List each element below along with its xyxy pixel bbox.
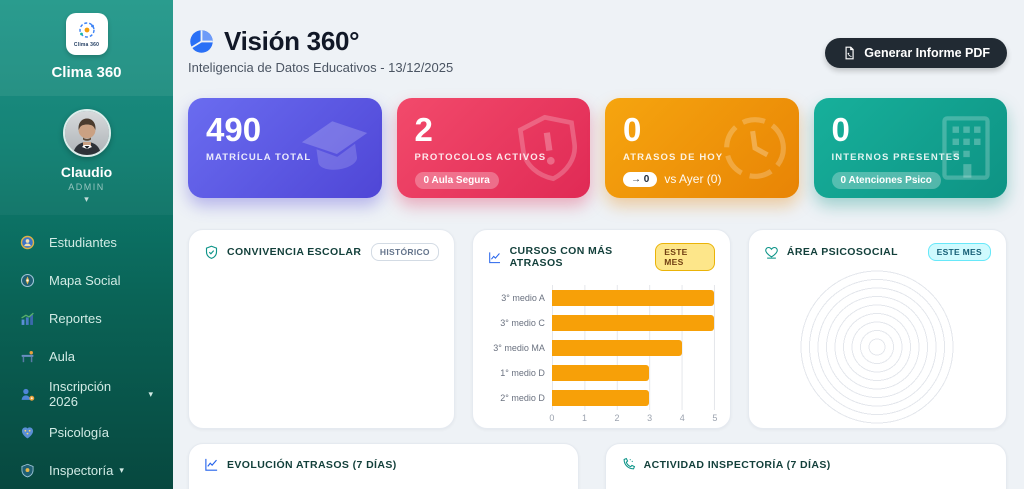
sidebar-item-label: Reportes	[49, 310, 102, 326]
sidebar-item-label: Mapa Social	[49, 272, 121, 288]
brain-heart-icon	[20, 425, 35, 440]
historico-badge: HISTÓRICO	[370, 243, 439, 261]
line-chart-icon	[489, 251, 500, 263]
compass-icon	[20, 273, 35, 288]
desk-icon	[20, 349, 35, 364]
chevron-down-icon: ▾	[148, 388, 153, 399]
logo-text: Clima 360	[73, 41, 100, 48]
trend-suffix: vs Ayer (0)	[664, 172, 722, 187]
chart-cards-row: CONVIVENCIA ESCOLAR HISTÓRICO CURSOS CON…	[188, 229, 1007, 429]
stat-card-atrasos: 0 ATRASOS DE HOY → 0 vs Ayer (0)	[605, 98, 799, 198]
stat-badge: 0 Aula Segura	[414, 171, 499, 189]
heart-care-icon	[765, 246, 778, 259]
page-subtitle: Inteligencia de Datos Educativos - 13/12…	[188, 60, 454, 75]
stat-card-internos: 0 INTERNOS PRESENTES 0 Atenciones Psico	[813, 98, 1007, 198]
bar-2-medio-d	[551, 389, 650, 406]
user-name: Claudio	[60, 164, 113, 180]
stat-cards-row: 490 MATRÍCULA TOTAL 2 PROTOCOLOS ACTIVOS…	[188, 98, 1007, 198]
stat-badge: 0 Atenciones Psico	[831, 171, 941, 189]
card-title: EVOLUCIÓN ATRASOS (7 DÍAS)	[227, 458, 397, 471]
sidebar-item-reportes[interactable]: Reportes	[0, 299, 173, 337]
sidebar-item-label: Inscripción 2026	[49, 379, 112, 409]
app-logo: Clima 360	[65, 13, 108, 55]
sidebar-item-inspectoria[interactable]: Inspectoría ▾	[0, 451, 173, 489]
graduation-cap-icon	[301, 121, 367, 170]
page-title: Visión 360°	[224, 26, 360, 56]
bottom-cards-row: EVOLUCIÓN ATRASOS (7 DÍAS) ACTIVIDAD INS…	[188, 443, 1007, 489]
pie-chart-icon	[190, 30, 213, 53]
sidebar-item-label: Aula	[49, 348, 76, 364]
app-window: Clima 360 Clima 360 Claudio ADMIN ▾ Estu…	[0, 0, 1024, 489]
user-dropdown-caret-icon: ▾	[84, 194, 89, 204]
este-mes-badge: ESTE MES	[655, 243, 715, 271]
avatar	[62, 109, 111, 157]
card-actividad-inspectoria: ACTIVIDAD INSPECTORÍA (7 DÍAS)	[604, 443, 1007, 489]
stat-card-protocolos: 2 PROTOCOLOS ACTIVOS 0 Aula Segura	[396, 98, 590, 198]
card-title: CONVIVENCIA ESCOLAR	[227, 246, 362, 258]
bar-plot-area	[551, 285, 715, 410]
generate-pdf-button[interactable]: Generar Informe PDF	[825, 38, 1007, 68]
phone-icon	[623, 457, 635, 470]
bar-category-labels: 3° medio A 3° medio C 3° medio MA 1° med…	[493, 292, 545, 403]
sidebar-item-mapa-social[interactable]: Mapa Social	[0, 261, 173, 299]
sidebar-item-psicologia[interactable]: Psicología	[0, 413, 173, 451]
card-cursos-atrasos: CURSOS CON MÁS ATRASOS ESTE MES 3° medio…	[471, 229, 731, 429]
bar-x-axis: 0 1 2 3 4 5	[549, 413, 718, 423]
bar-chart-icon	[20, 311, 35, 326]
sidebar-item-inscripcion[interactable]: Inscripción 2026 ▾	[0, 375, 173, 413]
user-role: ADMIN	[68, 182, 105, 192]
bar-1-medio-d	[551, 364, 650, 381]
cursos-bar-chart: 3° medio A 3° medio C 3° medio MA 1° med…	[488, 285, 718, 427]
shield-alert-icon	[517, 114, 577, 182]
chevron-down-icon: ▾	[119, 464, 124, 475]
sidebar-item-aula[interactable]: Aula	[0, 337, 173, 375]
clima360-emblem-icon	[78, 21, 95, 38]
page-header: Visión 360° Inteligencia de Datos Educat…	[188, 26, 1007, 75]
card-title: ACTIVIDAD INSPECTORÍA (7 DÍAS)	[643, 458, 831, 471]
avatar-photo-icon	[64, 111, 109, 155]
sidebar: Clima 360 Clima 360 Claudio ADMIN ▾ Estu…	[0, 0, 173, 489]
clock-icon	[723, 117, 786, 179]
students-icon	[20, 235, 35, 250]
main-content: Visión 360° Inteligencia de Datos Educat…	[173, 0, 1024, 489]
trend-pill: → 0	[623, 171, 658, 187]
card-title: ÁREA PSICOSOCIAL	[786, 246, 898, 258]
pdf-document-icon	[845, 46, 854, 60]
shield-badge-icon	[20, 463, 35, 478]
stat-card-matricula: 490 MATRÍCULA TOTAL	[188, 98, 382, 198]
psicosocial-radar-chart	[764, 268, 991, 426]
card-title: CURSOS CON MÁS ATRASOS	[509, 245, 613, 269]
brand-name: Clima 360	[51, 64, 122, 81]
este-mes-badge: ESTE MES	[927, 243, 991, 261]
sidebar-item-label: Inspectoría	[49, 462, 114, 478]
line-chart-icon	[205, 458, 218, 471]
building-icon	[942, 116, 990, 180]
sidebar-item-label: Psicología	[49, 424, 109, 440]
card-evolucion-atrasos: EVOLUCIÓN ATRASOS (7 DÍAS)	[188, 443, 579, 489]
shield-check-icon	[205, 245, 218, 259]
user-profile[interactable]: Claudio ADMIN ▾	[0, 96, 173, 215]
sidebar-menu: Estudiantes Mapa Social Reportes Aula In…	[0, 215, 173, 489]
card-convivencia: CONVIVENCIA ESCOLAR HISTÓRICO	[188, 229, 455, 429]
sidebar-item-estudiantes[interactable]: Estudiantes	[0, 223, 173, 261]
sidebar-item-label: Estudiantes	[49, 234, 117, 250]
card-psicosocial: ÁREA PSICOSOCIAL ESTE MES	[747, 229, 1007, 429]
radar-grid-rings	[798, 268, 957, 426]
bar-3-medio-c	[551, 314, 714, 331]
bar-3-medio-ma	[551, 339, 682, 356]
person-gear-icon	[20, 387, 35, 402]
bar-3-medio-a	[551, 289, 714, 306]
sidebar-header: Clima 360 Clima 360	[0, 0, 173, 96]
